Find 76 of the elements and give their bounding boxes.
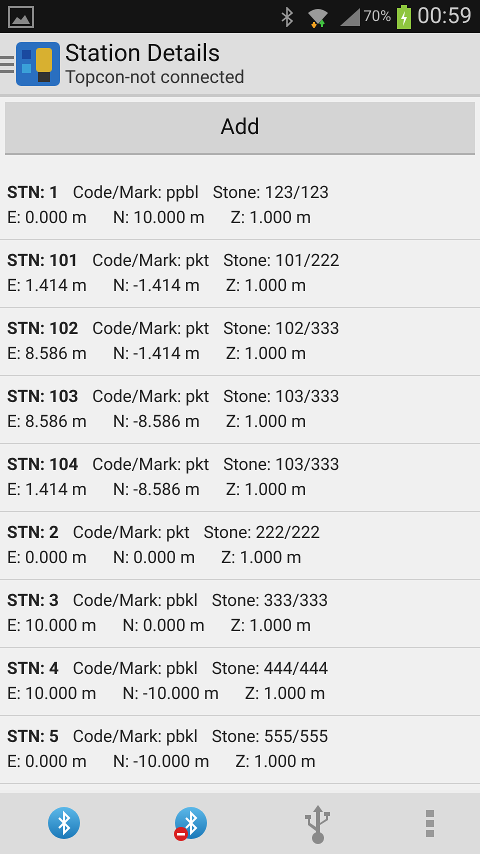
northing-value: N: -10.000 m	[122, 684, 219, 704]
code-mark: Code/Mark: pkt	[92, 319, 210, 339]
bluetooth-icon	[281, 6, 294, 26]
height-value: Z: 1.000 m	[244, 684, 326, 704]
station-row[interactable]: STN: 4 Code/Mark: pbkl Stone: 444/444 E: 10.000 m N: -10.000 m Z: 1.000 m	[0, 648, 480, 716]
height-value: Z: 1.000 m	[235, 752, 316, 772]
northing-value: N: -8.586 m	[112, 480, 200, 500]
stone-value: Stone: 103/333	[223, 455, 340, 475]
stone-value: Stone: 101/222	[223, 251, 340, 271]
bluetooth-connect-icon[interactable]	[46, 806, 82, 842]
station-number: STN: 4	[7, 659, 59, 679]
easting-value: E: 8.586 m	[7, 412, 87, 432]
easting-value: E: 1.414 m	[7, 480, 87, 500]
code-mark: Code/Mark: pbkl	[72, 727, 198, 747]
height-value: Z: 1.000 m	[230, 616, 312, 636]
easting-value: E: 0.000 m	[7, 752, 87, 772]
easting-value: E: 10.000 m	[7, 684, 96, 704]
height-value: Z: 1.000 m	[226, 412, 306, 432]
northing-value: N: -10.000 m	[112, 752, 210, 772]
easting-value: E: 0.000 m	[7, 208, 87, 228]
code-mark: Code/Mark: pbkl	[72, 659, 198, 679]
height-value: Z: 1.000 m	[226, 276, 306, 296]
station-row[interactable]: STN: 102 Code/Mark: pkt Stone: 102/333 E: 8.586 m N: -1.414 m Z: 1.000 m	[0, 308, 480, 376]
stone-value: Stone: 222/222	[204, 523, 320, 543]
station-number: STN: 2	[7, 523, 59, 543]
picture-icon	[8, 6, 34, 28]
clock: 00:59	[417, 6, 472, 28]
bluetooth-disconnect-icon[interactable]	[173, 806, 210, 842]
add-button[interactable]: Add	[5, 102, 475, 155]
stone-value: Stone: 103/333	[223, 387, 340, 407]
station-number: STN: 3	[7, 591, 59, 611]
station-row[interactable]: STN: 104 Code/Mark: pkt Stone: 103/333 E: 1.414 m N: -8.586 m Z: 1.000 m	[0, 444, 480, 512]
screen-title: Station Details	[65, 38, 222, 66]
code-mark: Code/Mark: pkt	[92, 251, 210, 271]
screen-subtitle: Topcon-not connected	[65, 66, 245, 88]
northing-value: N: 0.000 m	[122, 616, 205, 636]
height-value: Z: 1.000 m	[221, 548, 302, 568]
easting-value: E: 10.000 m	[7, 616, 96, 636]
easting-value: E: 1.414 m	[7, 276, 87, 296]
height-value: Z: 1.000 m	[226, 344, 306, 364]
overflow-menu-icon[interactable]	[426, 810, 434, 838]
battery-icon	[397, 4, 412, 28]
stone-value: Stone: 555/555	[212, 727, 328, 747]
easting-value: E: 8.586 m	[7, 344, 87, 364]
code-mark: Code/Mark: pbkl	[72, 591, 198, 611]
station-row[interactable]: STN: 101 Code/Mark: pkt Stone: 101/222 E: 1.414 m N: -1.414 m Z: 1.000 m	[0, 240, 480, 308]
station-row[interactable]: STN: 103 Code/Mark: pkt Stone: 103/333 E: 8.586 m N: -8.586 m Z: 1.000 m	[0, 376, 480, 444]
northing-value: N: 0.000 m	[112, 548, 196, 568]
station-number: STN: 102	[7, 319, 78, 339]
station-row[interactable]: STN: 1 Code/Mark: ppbl Stone: 123/123 E: 0.000 m N: 10.000 m Z: 1.000 m	[0, 172, 480, 240]
code-mark: Code/Mark: pkt	[72, 523, 190, 543]
station-row[interactable]: STN: 5 Code/Mark: pbkl Stone: 555/555 E: 0.000 m N: -10.000 m Z: 1.000 m	[0, 716, 480, 784]
station-number: STN: 104	[7, 455, 78, 475]
station-row[interactable]: STN: 3 Code/Mark: pbkl Stone: 333/333 E: 10.000 m N: 0.000 m Z: 1.000 m	[0, 580, 480, 648]
station-number: STN: 103	[7, 387, 78, 407]
northing-value: N: -1.414 m	[112, 276, 200, 296]
stone-value: Stone: 333/333	[212, 591, 328, 611]
stone-value: Stone: 123/123	[212, 183, 329, 203]
northing-value: N: -1.414 m	[112, 344, 200, 364]
station-number: STN: 1	[7, 183, 59, 203]
code-mark: Code/Mark: pkt	[92, 387, 210, 407]
stone-value: Stone: 102/333	[223, 319, 340, 339]
height-value: Z: 1.000 m	[226, 480, 306, 500]
stone-value: Stone: 444/444	[212, 659, 328, 679]
app-icon	[16, 42, 60, 86]
height-value: Z: 1.000 m	[230, 208, 312, 228]
northing-value: N: -8.586 m	[112, 412, 200, 432]
code-mark: Code/Mark: pkt	[92, 455, 210, 475]
station-number: STN: 101	[7, 251, 78, 271]
station-row[interactable]: STN: 2 Code/Mark: pkt Stone: 222/222 E: 0.000 m N: 0.000 m Z: 1.000 m	[0, 512, 480, 580]
easting-value: E: 0.000 m	[7, 548, 87, 568]
northing-value: N: 10.000 m	[112, 208, 205, 228]
station-number: STN: 5	[7, 727, 59, 747]
signal-icon	[339, 6, 362, 26]
battery-percent: 70%	[363, 6, 392, 28]
code-mark: Code/Mark: ppbl	[72, 183, 199, 203]
